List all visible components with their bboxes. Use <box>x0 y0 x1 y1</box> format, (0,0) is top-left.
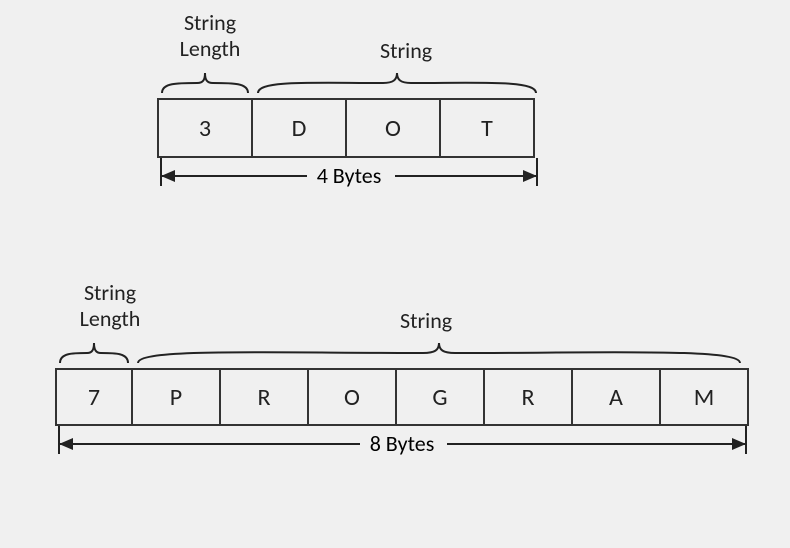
cell-char-o2: O <box>307 368 397 426</box>
bytes-label-2: 8 Bytes <box>370 430 435 457</box>
cells-row-1: 3 D O T <box>157 98 535 158</box>
cell-char-t: T <box>439 98 535 158</box>
bytes-dimension-2: 8 Bytes <box>55 426 750 466</box>
bytes-label-1: 4 Bytes <box>317 162 382 189</box>
string-length-label-2: StringLength <box>55 280 165 333</box>
cell-char-o: O <box>345 98 441 158</box>
string-length-label-1: StringLength <box>155 10 265 63</box>
cells-row-2: 7 P R O G R A M <box>55 368 749 426</box>
cell-length-2: 7 <box>55 368 133 426</box>
cell-char-r2: R <box>483 368 573 426</box>
brace-string-1 <box>253 68 541 98</box>
cell-char-d: D <box>251 98 347 158</box>
cell-char-p: P <box>131 368 221 426</box>
cell-char-m: M <box>659 368 749 426</box>
brace-length-1 <box>157 68 253 98</box>
bytes-dimension-1: 4 Bytes <box>157 158 541 198</box>
brace-length-2 <box>55 338 133 368</box>
cell-length-1: 3 <box>157 98 253 158</box>
cell-char-r1: R <box>219 368 309 426</box>
cell-char-g: G <box>395 368 485 426</box>
brace-string-2 <box>133 338 745 368</box>
string-label-2: String <box>400 308 452 334</box>
cell-char-a: A <box>571 368 661 426</box>
string-label-1: String <box>380 38 432 64</box>
